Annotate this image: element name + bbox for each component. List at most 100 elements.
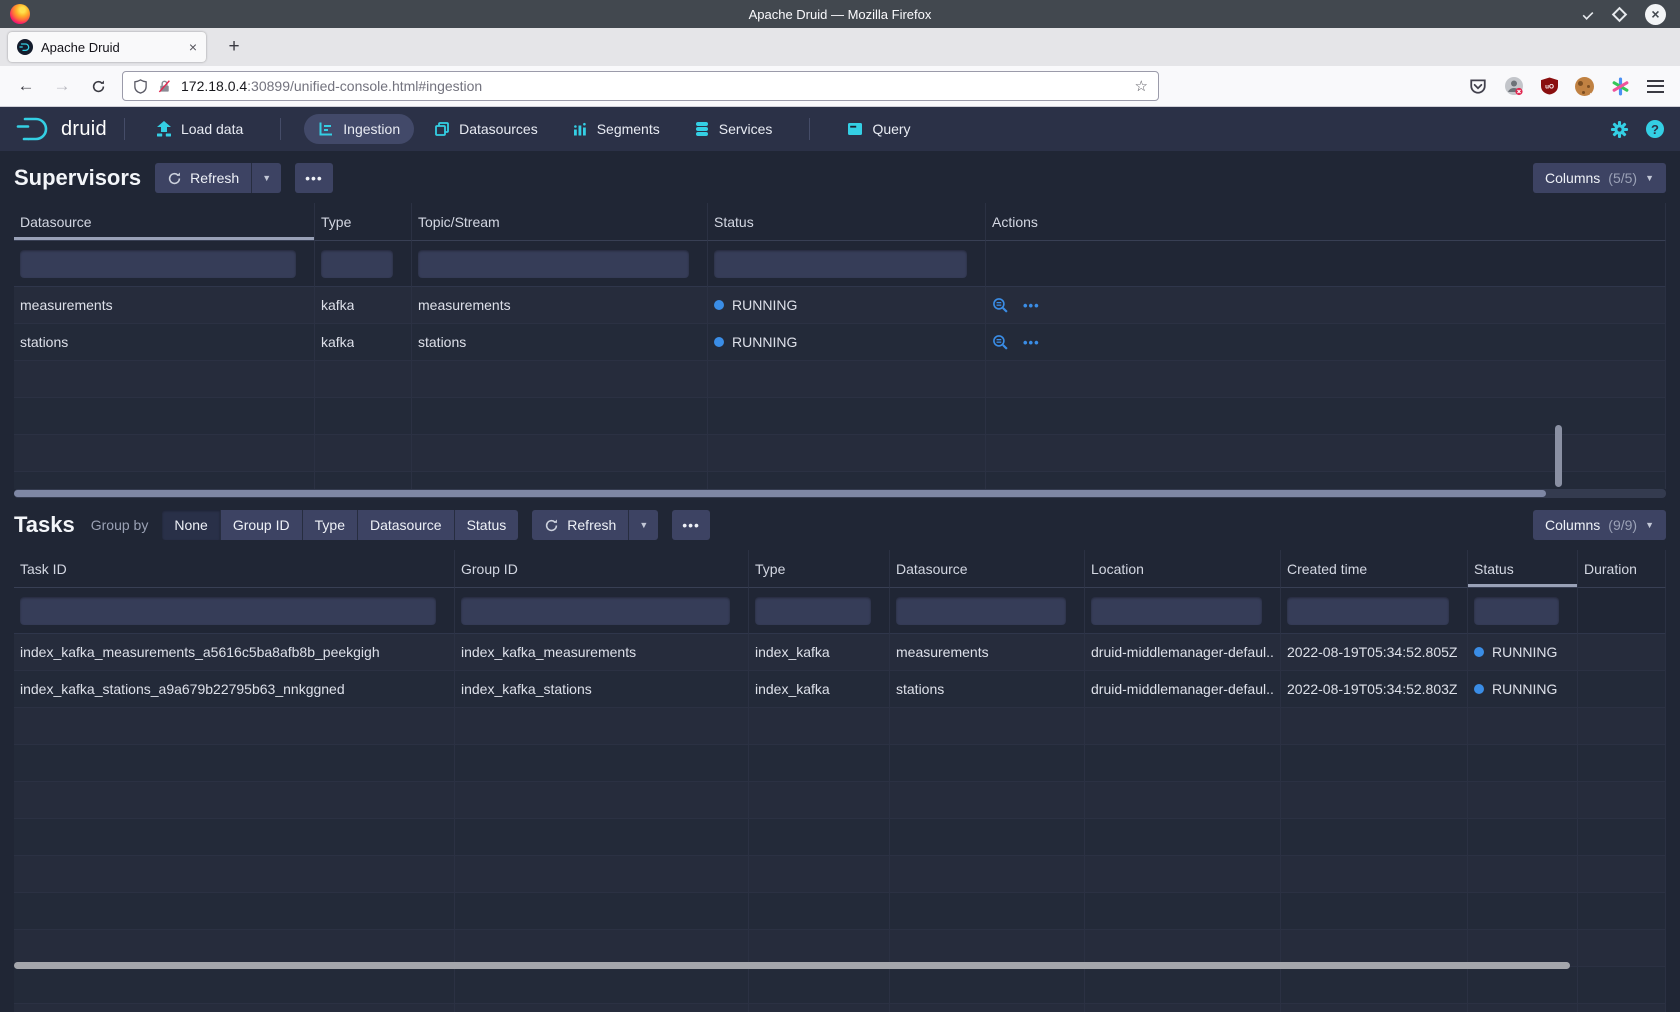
tasks-refresh-caret-button[interactable]: ▼ <box>628 510 658 540</box>
close-icon[interactable]: × <box>1645 4 1666 25</box>
url-bar[interactable]: 172.18.0.4:30899/unified-console.html#in… <box>122 71 1159 101</box>
help-icon[interactable]: ? <box>1646 120 1664 138</box>
empty-row <box>14 819 1666 856</box>
ingestion-view: Supervisors Refresh ▼ ••• Columns (5/5) … <box>0 151 1680 1012</box>
window-titlebar: Apache Druid — Mozilla Firefox × <box>0 0 1680 28</box>
url-path: :30899/unified-console.html#ingestion <box>247 78 482 94</box>
cell-type: kafka <box>315 287 412 323</box>
empty-row <box>14 1004 1666 1012</box>
magnify-icon[interactable] <box>992 297 1009 314</box>
group-id-filter-input[interactable] <box>461 597 730 625</box>
cell-location: druid-middlemanager-defaul... <box>1085 671 1281 707</box>
column-header-status[interactable]: Status <box>1468 550 1578 588</box>
datasources-icon <box>434 121 450 137</box>
nav-item-ingestion[interactable]: Ingestion <box>304 114 414 144</box>
new-tab-button[interactable]: + <box>220 33 248 61</box>
type-filter-input[interactable] <box>321 250 393 278</box>
ublock-origin-icon[interactable]: uO <box>1541 77 1558 95</box>
column-header-status[interactable]: Status <box>708 203 986 241</box>
asterisk-extension-icon[interactable] <box>1611 77 1630 96</box>
column-header-created-time[interactable]: Created time <box>1281 550 1468 588</box>
datasource-filter-input[interactable] <box>896 597 1066 625</box>
tab-apache-druid[interactable]: Apache Druid × <box>8 32 206 62</box>
status-filter-input[interactable] <box>714 250 967 278</box>
supervisors-vertical-scrollbar[interactable] <box>1555 425 1562 487</box>
menu-icon[interactable] <box>1647 80 1664 93</box>
datasource-filter-input[interactable] <box>20 250 296 278</box>
tab-title: Apache Druid <box>41 40 181 55</box>
tasks-table-header: Task ID Group ID Type Datasource Locatio… <box>14 550 1666 588</box>
column-header-task-id[interactable]: Task ID <box>14 550 455 588</box>
cell-status: RUNNING <box>1468 634 1578 670</box>
column-header-topic-stream[interactable]: Topic/Stream <box>412 203 708 241</box>
column-header-type[interactable]: Type <box>749 550 890 588</box>
cell-datasource: stations <box>14 324 315 360</box>
nav-item-label: Datasources <box>459 121 538 137</box>
insecure-lock-icon[interactable] <box>157 79 172 94</box>
group-by-datasource-button[interactable]: Datasource <box>357 510 454 540</box>
task-row: index_kafka_measurements_a5616c5ba8afb8b… <box>14 634 1666 671</box>
created-time-filter-input[interactable] <box>1287 597 1449 625</box>
bookmark-star-icon[interactable]: ☆ <box>1135 77 1148 95</box>
group-by-status-button[interactable]: Status <box>454 510 519 540</box>
column-header-location[interactable]: Location <box>1085 550 1281 588</box>
cell-status: RUNNING <box>708 324 986 360</box>
status-dot <box>1474 647 1484 657</box>
column-header-datasource[interactable]: Datasource <box>14 203 315 241</box>
supervisors-horizontal-scrollbar[interactable] <box>14 489 1666 498</box>
tab-close-icon[interactable]: × <box>189 39 197 55</box>
nav-item-segments[interactable]: Segments <box>558 114 674 144</box>
column-header-group-id[interactable]: Group ID <box>455 550 749 588</box>
refresh-icon <box>167 171 182 186</box>
group-by-none-button[interactable]: None <box>162 510 219 540</box>
supervisors-scrollbar-thumb[interactable] <box>14 490 1546 497</box>
cell-created-time: 2022-08-19T05:34:52.803Z <box>1281 671 1468 707</box>
status-text: RUNNING <box>1492 644 1557 660</box>
topic-stream-filter-input[interactable] <box>418 250 689 278</box>
row-actions-more-icon[interactable]: ••• <box>1023 298 1040 313</box>
cookie-extension-icon[interactable] <box>1575 77 1594 96</box>
group-by-group-id-button[interactable]: Group ID <box>220 510 302 540</box>
magnify-icon[interactable] <box>992 334 1009 351</box>
cell-group-id: index_kafka_stations <box>455 671 749 707</box>
tasks-columns-button[interactable]: Columns (9/9) ▼ <box>1533 510 1666 540</box>
reload-button[interactable] <box>80 71 116 101</box>
minimize-icon[interactable] <box>1583 9 1594 20</box>
forward-button[interactable]: → <box>44 71 80 101</box>
window-title: Apache Druid — Mozilla Firefox <box>0 7 1680 22</box>
location-filter-input[interactable] <box>1091 597 1262 625</box>
caret-down-icon: ▼ <box>262 173 271 183</box>
browser-toolbar: ← → 172.18.0.4:30899/unified-console.htm… <box>0 66 1680 107</box>
shield-icon[interactable] <box>133 79 148 94</box>
column-header-type[interactable]: Type <box>315 203 412 241</box>
row-actions-more-icon[interactable]: ••• <box>1023 335 1040 350</box>
nav-item-datasources[interactable]: Datasources <box>420 114 552 144</box>
nav-item-services[interactable]: Services <box>680 114 787 144</box>
nav-item-query[interactable]: Query <box>833 114 924 144</box>
type-filter-input[interactable] <box>755 597 871 625</box>
pocket-icon[interactable] <box>1469 77 1487 95</box>
column-header-duration[interactable]: Duration <box>1578 550 1666 588</box>
supervisors-refresh-caret-button[interactable]: ▼ <box>251 163 281 193</box>
tasks-horizontal-scrollbar[interactable] <box>14 962 1570 969</box>
supervisors-refresh-button[interactable]: Refresh <box>155 163 251 193</box>
supervisors-more-button[interactable]: ••• <box>295 163 333 193</box>
supervisors-columns-button[interactable]: Columns (5/5) ▼ <box>1533 163 1666 193</box>
group-by-type-button[interactable]: Type <box>302 510 357 540</box>
column-header-datasource[interactable]: Datasource <box>890 550 1085 588</box>
task-id-filter-input[interactable] <box>20 597 436 625</box>
settings-gear-icon[interactable] <box>1610 120 1629 139</box>
empty-row <box>14 361 1666 398</box>
url-text[interactable]: 172.18.0.4:30899/unified-console.html#in… <box>181 78 1126 94</box>
maximize-icon[interactable] <box>1612 6 1628 22</box>
profile-icon[interactable] <box>1504 76 1524 96</box>
cell-group-id: index_kafka_measurements <box>455 634 749 670</box>
tasks-refresh-button[interactable]: Refresh <box>532 510 628 540</box>
tasks-more-button[interactable]: ••• <box>672 510 710 540</box>
nav-item-load-data[interactable]: Load data <box>142 114 257 144</box>
status-filter-input[interactable] <box>1474 597 1559 625</box>
supervisors-header: Supervisors Refresh ▼ ••• Columns (5/5) … <box>0 151 1680 203</box>
cell-duration <box>1578 634 1666 670</box>
back-button[interactable]: ← <box>8 71 44 101</box>
druid-brand[interactable]: druid <box>16 116 107 142</box>
